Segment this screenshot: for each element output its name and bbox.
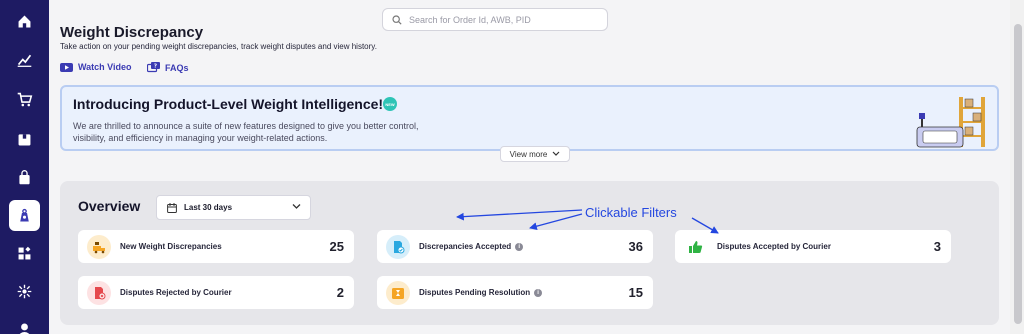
document-reject-icon bbox=[87, 280, 111, 305]
chevron-down-icon bbox=[292, 204, 301, 209]
video-icon bbox=[60, 62, 73, 72]
card-label: New Weight Discrepancies bbox=[120, 242, 222, 251]
card-value: 36 bbox=[628, 239, 643, 254]
home-icon bbox=[18, 15, 31, 28]
cart-icon bbox=[17, 92, 33, 107]
apps-icon bbox=[18, 246, 31, 260]
warehouse-illustration-icon bbox=[916, 97, 985, 148]
faq-chat-icon: ? bbox=[147, 62, 160, 73]
card-label-text: Discrepancies Accepted bbox=[419, 242, 512, 251]
info-icon[interactable]: i bbox=[534, 288, 543, 297]
clickable-filters-annotation: Clickable Filters bbox=[585, 205, 677, 220]
faqs-label: FAQs bbox=[165, 62, 189, 73]
scrollbar-thumb[interactable] bbox=[1014, 24, 1022, 324]
sidebar-item-weight[interactable] bbox=[9, 200, 40, 231]
overview-title: Overview bbox=[78, 198, 141, 214]
package-icon bbox=[18, 134, 31, 146]
thumbs-up-icon bbox=[684, 234, 708, 259]
filter-card-disputes-pending-resolution[interactable]: Disputes Pending Resolution i 15 bbox=[377, 276, 653, 309]
faqs-link[interactable]: ? FAQs bbox=[147, 62, 189, 73]
card-label: Discrepancies Accepted i bbox=[419, 242, 524, 251]
shopping-bag-icon bbox=[19, 170, 30, 185]
banner-description: We are thrilled to announce a suite of n… bbox=[73, 121, 419, 143]
sidebar bbox=[0, 0, 49, 334]
watch-video-link[interactable]: Watch Video bbox=[60, 62, 132, 72]
date-range-value: Last 30 days bbox=[184, 203, 233, 212]
scale-truck-icon bbox=[87, 234, 111, 259]
view-more-label: View more bbox=[509, 149, 548, 159]
card-value: 15 bbox=[628, 285, 643, 300]
chevron-down-icon bbox=[552, 151, 560, 156]
new-badge: NEW bbox=[383, 97, 397, 111]
page-scrollbar[interactable] bbox=[1010, 0, 1024, 334]
page-title: Weight Discrepancy bbox=[60, 24, 204, 41]
view-more-button[interactable]: View more bbox=[500, 146, 570, 162]
card-label-text: Disputes Pending Resolution bbox=[419, 288, 531, 297]
watch-video-label: Watch Video bbox=[78, 62, 132, 72]
filter-card-disputes-rejected-by-courier[interactable]: Disputes Rejected by Courier 2 bbox=[78, 276, 354, 309]
card-value: 25 bbox=[329, 239, 344, 254]
sidebar-item-analytics[interactable] bbox=[9, 44, 40, 75]
calendar-icon bbox=[167, 202, 177, 213]
user-icon bbox=[19, 323, 30, 334]
card-value: 3 bbox=[933, 239, 941, 254]
hourglass-box-icon bbox=[386, 280, 410, 305]
analytics-icon bbox=[17, 54, 32, 67]
card-label: Disputes Pending Resolution i bbox=[419, 288, 543, 297]
document-check-icon bbox=[386, 234, 410, 259]
svg-text:?: ? bbox=[154, 64, 157, 70]
sidebar-item-integrations[interactable] bbox=[9, 276, 40, 307]
sidebar-item-packages[interactable] bbox=[9, 124, 40, 155]
page-subtitle: Take action on your pending weight discr… bbox=[60, 42, 377, 51]
sidebar-item-orders[interactable] bbox=[9, 84, 40, 115]
announcement-banner: Introducing Product-Level Weight Intelli… bbox=[60, 85, 999, 151]
search-icon bbox=[392, 14, 402, 25]
search-box[interactable] bbox=[382, 8, 608, 31]
weight-icon bbox=[20, 208, 29, 222]
card-label: Disputes Accepted by Courier bbox=[717, 242, 831, 251]
sidebar-item-returns[interactable] bbox=[9, 162, 40, 193]
filter-card-disputes-accepted-by-courier[interactable]: Disputes Accepted by Courier 3 bbox=[675, 230, 951, 263]
card-value: 2 bbox=[336, 285, 344, 300]
date-range-select[interactable]: Last 30 days bbox=[156, 195, 311, 220]
banner-title: Introducing Product-Level Weight Intelli… bbox=[73, 96, 384, 112]
card-label: Disputes Rejected by Courier bbox=[120, 288, 232, 297]
info-icon[interactable]: i bbox=[515, 242, 524, 251]
filter-card-discrepancies-accepted[interactable]: Discrepancies Accepted i 36 bbox=[377, 230, 653, 263]
sidebar-item-profile[interactable] bbox=[9, 314, 40, 334]
integrations-icon bbox=[17, 284, 32, 299]
filter-card-new-weight-discrepancies[interactable]: New Weight Discrepancies 25 bbox=[78, 230, 354, 263]
sidebar-item-apps[interactable] bbox=[9, 238, 40, 269]
sidebar-item-home[interactable] bbox=[9, 6, 40, 37]
search-input[interactable] bbox=[409, 14, 599, 25]
